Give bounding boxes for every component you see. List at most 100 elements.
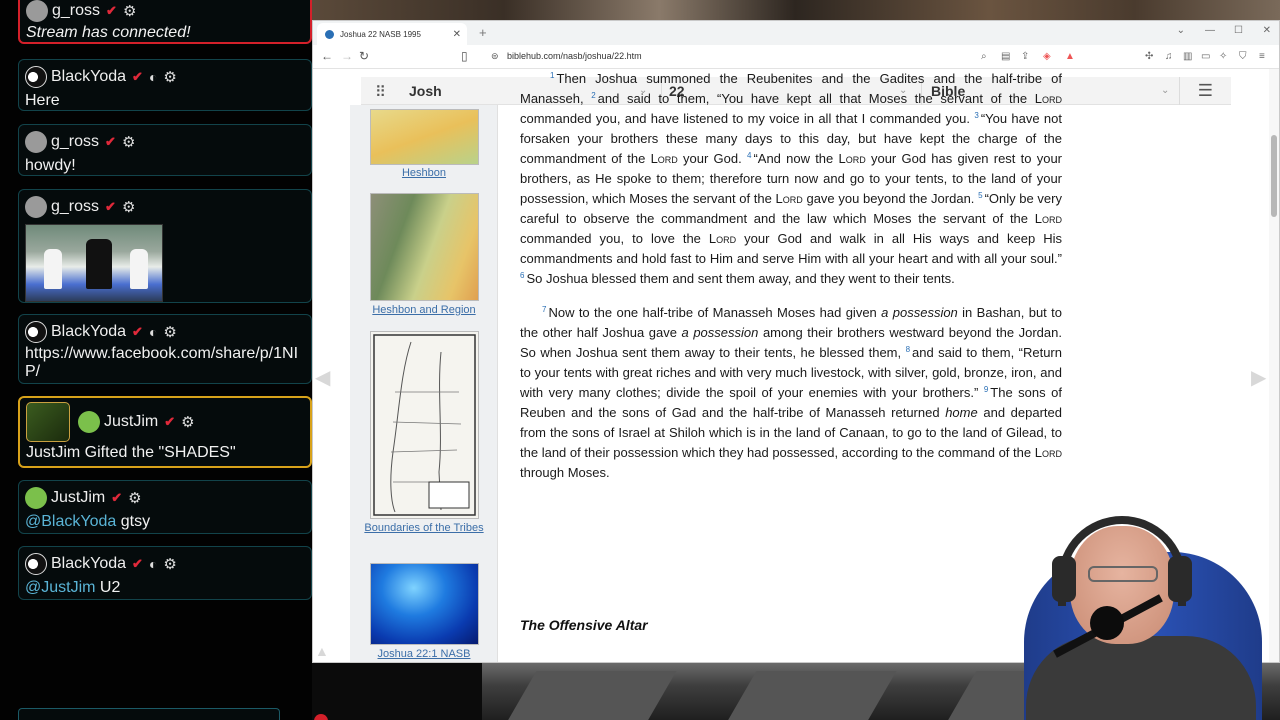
chat-username: g_ross (52, 2, 101, 19)
sidebar-caption-link[interactable]: Joshua 22:1 NASB (356, 647, 492, 661)
verse-text: Now to the one half-tribe of Manasseh Mo… (548, 305, 877, 320)
camera-background-top (310, 0, 1280, 22)
verse-number[interactable]: 2 (591, 91, 595, 100)
navigation-bar: ← → ↻ ▯ ⊜ biblehub.com/nasb/joshua/22.ht… (313, 45, 1279, 69)
microphone (1090, 606, 1124, 640)
window-close-icon[interactable]: ✕ (1263, 25, 1271, 36)
media-icon[interactable]: ♫ (1165, 51, 1173, 62)
chat-mention: @JustJim (25, 579, 96, 596)
address-bar[interactable]: biblehub.com/nasb/joshua/22.htm (507, 51, 642, 61)
avatar (25, 321, 47, 343)
reload-icon[interactable]: ↻ (359, 49, 369, 63)
heshbon-region-map-image[interactable] (370, 193, 479, 301)
chat-message: JustJim ✔ ⚙ @BlackYoda gtsy (18, 480, 312, 534)
verse-number[interactable]: 9 (984, 385, 988, 394)
chat-username: g_ross (51, 133, 100, 150)
chat-username: JustJim (104, 413, 159, 430)
verse-text: gave you beyond the Jordan. (806, 191, 975, 206)
scripture-paragraph: 1 Then Joshua summoned the Reubenites and… (520, 69, 1062, 289)
extensions-icon[interactable]: ✣ (1145, 51, 1153, 62)
reader-icon[interactable]: ▤ (1001, 51, 1010, 62)
chat-text: U2 (99, 579, 121, 596)
tab-search-icon[interactable]: ⌄ (1177, 25, 1185, 36)
verse-number[interactable]: 5 (978, 191, 982, 200)
shield-icon: ◐ (148, 556, 158, 572)
joshua-verse-poster-image[interactable] (370, 563, 479, 645)
heshbon-map-image[interactable] (370, 109, 479, 165)
chat-input[interactable] (18, 708, 280, 720)
avatar (25, 131, 47, 153)
sidebar-caption-link[interactable]: Heshbon and Region (356, 303, 492, 317)
checkmark-icon: ✔ (105, 134, 116, 149)
leo-icon[interactable]: ✧ (1219, 51, 1227, 62)
verse-text: So Joshua blessed them and sent them awa… (526, 271, 955, 286)
hamburger-menu-icon[interactable]: ☰ (1198, 81, 1213, 101)
checkmark-icon: ✔ (164, 414, 176, 429)
browser-tab[interactable]: Joshua 22 NASB 1995 ✕ (317, 23, 467, 45)
lord-small-caps: Lord (1034, 91, 1062, 106)
sidebar-caption-link[interactable]: Boundaries of the Tribes (356, 521, 492, 535)
checkmark-icon: ✔ (106, 3, 117, 18)
maximize-icon[interactable]: ☐ (1234, 25, 1243, 36)
chat-text-line: @JustJim U2 (25, 577, 305, 599)
verse-number[interactable]: 4 (747, 151, 751, 160)
book-select[interactable]: Josh (409, 83, 442, 99)
verse-text: commanded you, to love the (520, 231, 701, 246)
menu-icon[interactable]: ≡ (1259, 51, 1265, 62)
tab-title: Joshua 22 NASB 1995 (340, 29, 421, 39)
verse-number[interactable]: 6 (520, 271, 524, 280)
previous-chapter-arrow-icon[interactable]: ◀ (315, 365, 330, 390)
verse-text: commanded you, and have listened to my v… (520, 111, 971, 126)
chat-link-continued[interactable]: P/ (25, 363, 305, 381)
forward-icon[interactable]: → (341, 49, 353, 63)
new-tab-button[interactable]: + (479, 25, 487, 40)
avatar (26, 0, 48, 22)
chat-gif-image[interactable] (25, 224, 163, 302)
site-info-icon[interactable]: ⊜ (491, 51, 499, 62)
scroll-top-arrow-icon[interactable]: ▲ (315, 643, 329, 659)
rewards-icon[interactable]: ▲ (1065, 51, 1075, 62)
zoom-icon[interactable]: ⌕ (981, 51, 987, 62)
lord-small-caps: Lord (1034, 445, 1062, 460)
back-icon[interactable]: ← (321, 49, 333, 63)
gear-icon: ⚙ (121, 134, 136, 151)
divider (1179, 77, 1180, 105)
chat-message: g_ross ✔ ⚙ (18, 189, 312, 303)
section-heading: The Offensive Altar (520, 617, 648, 633)
vpn-icon[interactable]: ⛉ (1239, 51, 1247, 62)
gear-icon: ⚙ (121, 199, 136, 216)
close-icon[interactable]: ✕ (453, 29, 461, 40)
italic-word: a possession (681, 325, 759, 340)
verse-number[interactable]: 1 (550, 71, 554, 80)
scripture-text: 1 Then Joshua summoned the Reubenites and… (520, 69, 1062, 483)
bookmark-icon[interactable]: ▯ (461, 49, 468, 63)
chat-link[interactable]: https://www.facebook.com/share/p/1NI (25, 345, 305, 363)
share-icon[interactable]: ⇪ (1021, 51, 1029, 62)
scrollbar-thumb[interactable] (1271, 135, 1277, 217)
chat-text: gtsy (120, 513, 151, 530)
tribes-boundaries-map-image[interactable] (370, 331, 479, 519)
minimize-icon[interactable]: — (1205, 25, 1215, 36)
next-chapter-arrow-icon[interactable]: ▶ (1251, 365, 1266, 390)
sidebar-caption-link[interactable]: Heshbon (356, 166, 492, 180)
chat-message: g_ross ✔ ⚙ Stream has connected! (18, 0, 312, 44)
grid-icon[interactable]: ⠿ (375, 83, 386, 101)
chat-mention: @BlackYoda (25, 513, 117, 530)
checkmark-icon: ✔ (132, 556, 143, 571)
wallet-icon[interactable]: ▭ (1201, 51, 1210, 62)
brave-shield-icon[interactable]: ◈ (1043, 51, 1051, 62)
gear-icon: ⚙ (128, 490, 142, 507)
checkmark-icon: ✔ (111, 490, 123, 505)
avatar (78, 411, 100, 433)
sidebar-icon[interactable]: ▥ (1183, 51, 1192, 62)
chat-message-highlighted: JustJim ✔ ⚙ JustJim Gifted the "SHADES" (18, 396, 312, 468)
chat-message: BlackYoda ✔ ◐ ⚙ https://www.facebook.com… (18, 314, 312, 384)
chat-text: Stream has connected! (26, 24, 191, 41)
verse-number[interactable]: 7 (542, 305, 546, 314)
chat-message: g_ross ✔ ⚙ howdy! (18, 124, 312, 176)
avatar (25, 196, 47, 218)
verse-number[interactable]: 8 (906, 345, 910, 354)
chevron-down-icon[interactable]: ⌄ (1161, 85, 1169, 96)
verse-number[interactable]: 3 (974, 111, 978, 120)
chat-username: JustJim (51, 489, 106, 506)
